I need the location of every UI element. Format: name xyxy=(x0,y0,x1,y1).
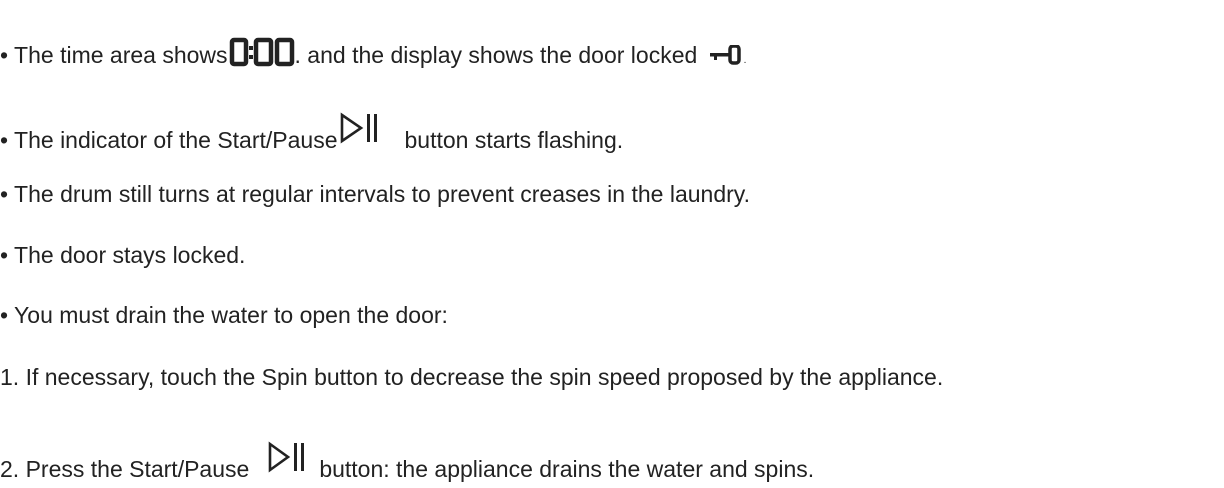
line-text: The drum still turns at regular interval… xyxy=(14,181,750,207)
line-text: If necessary, touch the Spin button to d… xyxy=(25,364,944,390)
bullet: • xyxy=(0,181,9,207)
line-text: You must drain the water to open the doo… xyxy=(14,302,448,328)
bullet-line-time-display: • The time area shows . and the display … xyxy=(0,33,746,75)
numbered-step-1: 1. If necessary, touch the Spin button t… xyxy=(0,363,943,391)
bullet: • xyxy=(0,42,9,68)
bullet-line-drain-water: • You must drain the water to open the d… xyxy=(0,301,448,329)
line-text-after: button: the appliance drains the water a… xyxy=(319,456,815,482)
line-text-after: . xyxy=(743,55,747,66)
bullet: • xyxy=(0,302,9,328)
bullet: • xyxy=(0,242,9,268)
bullet-line-door-locked: • The door stays locked. xyxy=(0,241,245,269)
step-number: 1. xyxy=(0,364,20,390)
start-pause-icon xyxy=(339,112,381,144)
door-locked-key-icon xyxy=(708,45,744,65)
line-text-before: Press the Start/Pause xyxy=(25,456,250,482)
time-zero-display-icon xyxy=(229,37,295,67)
bullet-line-drum-turns: • The drum still turns at regular interv… xyxy=(0,180,750,208)
line-text-before: The time area shows xyxy=(14,42,228,68)
line-text-before: The indicator of the Start/Pause xyxy=(14,127,338,153)
start-pause-icon xyxy=(267,441,307,473)
line-text-after: button starts flashing. xyxy=(404,127,624,153)
bullet: • xyxy=(0,127,9,153)
bullet-line-start-pause-flashing: • The indicator of the Start/Pause butto… xyxy=(0,112,624,154)
line-text-middle: . and the display shows the door locked xyxy=(294,42,698,68)
step-number: 2. xyxy=(0,456,20,482)
numbered-step-2: 2. Press the Start/Pause button: the app… xyxy=(0,441,815,483)
line-text: The door stays locked. xyxy=(14,242,246,268)
